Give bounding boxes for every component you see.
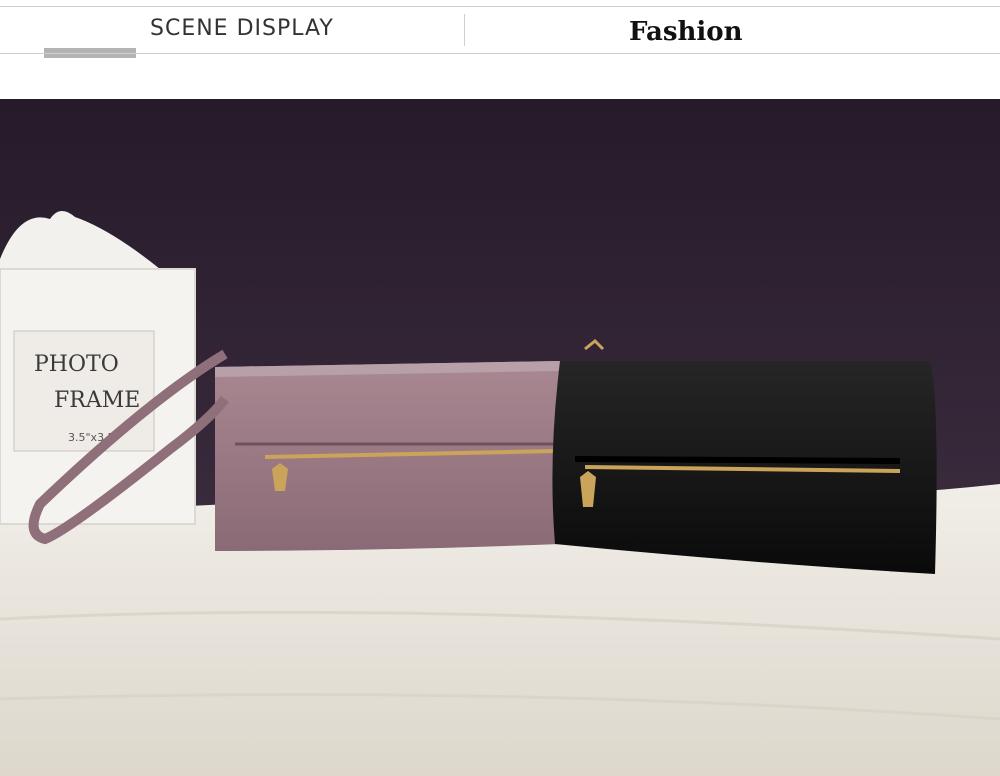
frame-text-frame: FRAME (54, 388, 140, 413)
section-title: Fashion (629, 17, 743, 47)
section-label: SCENE DISPLAY (150, 16, 334, 41)
product-scene-photo: PHOTO FRAME 3.5"x3.5" (0, 99, 1000, 776)
section-header: SCENE DISPLAY Fashion (0, 0, 1000, 100)
header-bottom-rule (0, 53, 1000, 54)
scene-illustration: PHOTO FRAME 3.5"x3.5" (0, 99, 1000, 776)
header-divider (464, 14, 465, 46)
frame-text-photo: PHOTO (34, 352, 119, 377)
header-top-rule (0, 6, 1000, 7)
black-wallet (552, 338, 937, 574)
